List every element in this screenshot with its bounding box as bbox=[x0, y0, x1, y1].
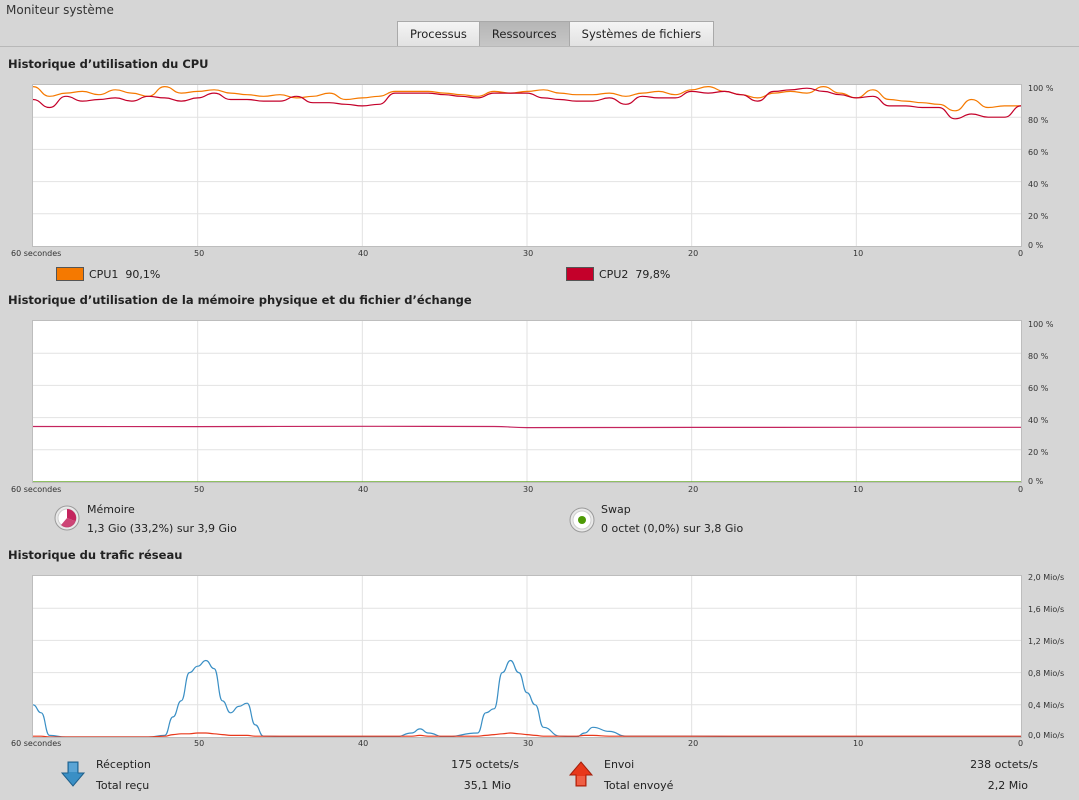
network-x-label-40: 40 bbox=[358, 739, 369, 748]
cpu2-value: 79,8% bbox=[635, 268, 671, 281]
network-y-label-0-0: 0,0 Mio/s bbox=[1028, 731, 1065, 740]
cpu-y-label-100: 100 % bbox=[1028, 84, 1054, 93]
memory-y-label-100: 100 % bbox=[1028, 320, 1054, 329]
window-title: Moniteur système bbox=[6, 3, 114, 17]
cpu-history-graph bbox=[32, 84, 1022, 247]
cpu1-legend-label: CPU1 90,1% bbox=[89, 268, 160, 281]
cpu2-name: CPU2 bbox=[599, 268, 629, 281]
memory-history-plot bbox=[33, 321, 1021, 482]
swap-label: Swap bbox=[601, 503, 631, 516]
cpu-y-label-80: 80 % bbox=[1028, 116, 1049, 125]
cpu1-name: CPU1 bbox=[89, 268, 119, 281]
cpu1-value: 90,1% bbox=[125, 268, 161, 281]
network-section-title: Historique du trafic réseau bbox=[8, 548, 183, 562]
cpu2-legend-label: CPU2 79,8% bbox=[599, 268, 670, 281]
network-y-label-0-4: 0,4 Mio/s bbox=[1028, 701, 1065, 710]
total-sent-label: Total envoyé bbox=[604, 779, 674, 792]
memory-y-label-60: 60 % bbox=[1028, 384, 1049, 393]
memory-x-label-0: 0 bbox=[1018, 485, 1024, 494]
envoi-rate: 238 octets/s bbox=[970, 758, 1038, 771]
tab-divider bbox=[0, 46, 1079, 47]
memory-x-label-30: 30 bbox=[523, 485, 534, 494]
memory-x-label-10: 10 bbox=[853, 485, 864, 494]
upload-arrow-icon[interactable] bbox=[568, 760, 594, 788]
network-x-label-0: 0 bbox=[1018, 739, 1024, 748]
total-received-label: Total reçu bbox=[96, 779, 150, 792]
tab-ressources[interactable]: Ressources bbox=[478, 21, 570, 47]
cpu-section-title: Historique d’utilisation du CPU bbox=[8, 57, 209, 71]
cpu2-color-swatch[interactable] bbox=[566, 267, 594, 281]
cpu-y-label-40: 40 % bbox=[1028, 180, 1049, 189]
memory-history-graph bbox=[32, 320, 1022, 483]
cpu-x-label-10: 10 bbox=[853, 249, 864, 258]
network-x-label-50: 50 bbox=[194, 739, 205, 748]
cpu-x-label-40: 40 bbox=[358, 249, 369, 258]
total-sent-value: 2,2 Mio bbox=[987, 779, 1028, 792]
cpu-y-label-60: 60 % bbox=[1028, 148, 1049, 157]
cpu-x-label-0: 0 bbox=[1018, 249, 1024, 258]
network-x-label-10: 10 bbox=[853, 739, 864, 748]
memory-y-label-40: 40 % bbox=[1028, 416, 1049, 425]
tab-systemes-de-fichiers[interactable]: Systèmes de fichiers bbox=[568, 21, 715, 47]
download-arrow-icon[interactable] bbox=[60, 760, 86, 788]
network-y-label-0-8: 0,8 Mio/s bbox=[1028, 669, 1065, 678]
network-y-label-1-6: 1,6 Mio/s bbox=[1028, 605, 1065, 614]
cpu-x-label-30: 30 bbox=[523, 249, 534, 258]
cpu-y-label-0: 0 % bbox=[1028, 241, 1044, 250]
swap-pie-icon[interactable] bbox=[569, 507, 595, 533]
total-received-value: 35,1 Mio bbox=[463, 779, 511, 792]
tab-bar: Processus Ressources Systèmes de fichier… bbox=[397, 21, 715, 47]
reception-rate: 175 octets/s bbox=[451, 758, 519, 771]
network-x-label-60: 60 secondes bbox=[11, 739, 62, 748]
memory-x-label-20: 20 bbox=[688, 485, 699, 494]
network-history-plot bbox=[33, 576, 1021, 737]
network-y-label-2-0: 2,0 Mio/s bbox=[1028, 573, 1065, 582]
cpu-x-label-20: 20 bbox=[688, 249, 699, 258]
memory-y-label-80: 80 % bbox=[1028, 352, 1049, 361]
network-x-label-30: 30 bbox=[523, 739, 534, 748]
memory-x-label-50: 50 bbox=[194, 485, 205, 494]
network-x-label-20: 20 bbox=[688, 739, 699, 748]
cpu-history-plot bbox=[33, 85, 1021, 246]
cpu-x-label-50: 50 bbox=[194, 249, 205, 258]
memory-label: Mémoire bbox=[87, 503, 135, 516]
memory-value: 1,3 Gio (33,2%) sur 3,9 Gio bbox=[87, 522, 237, 535]
cpu-x-label-60: 60 secondes bbox=[11, 249, 62, 258]
reception-label: Réception bbox=[96, 758, 151, 771]
memory-y-label-20: 20 % bbox=[1028, 448, 1049, 457]
memory-x-label-60: 60 secondes bbox=[11, 485, 62, 494]
network-history-graph bbox=[32, 575, 1022, 738]
cpu1-color-swatch[interactable] bbox=[56, 267, 84, 281]
memory-pie-icon[interactable] bbox=[54, 505, 80, 531]
tab-processus[interactable]: Processus bbox=[397, 21, 480, 47]
memory-y-label-0: 0 % bbox=[1028, 477, 1044, 486]
network-y-label-1-2: 1,2 Mio/s bbox=[1028, 637, 1065, 646]
swap-value: 0 octet (0,0%) sur 3,8 Gio bbox=[601, 522, 744, 535]
memory-x-label-40: 40 bbox=[358, 485, 369, 494]
cpu-y-label-20: 20 % bbox=[1028, 212, 1049, 221]
envoi-label: Envoi bbox=[604, 758, 635, 771]
memory-section-title: Historique d’utilisation de la mémoire p… bbox=[8, 293, 472, 307]
